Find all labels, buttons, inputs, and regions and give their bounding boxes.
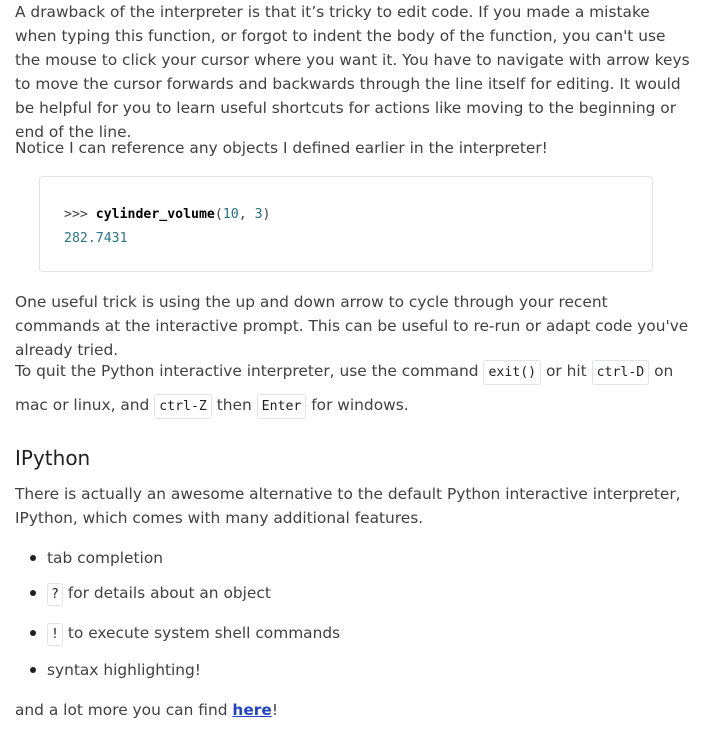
code-prompt: >>> bbox=[64, 207, 96, 222]
list-item: tab completion bbox=[15, 546, 163, 570]
code-content: >>> cylinder_volume(10, 3) 282.7431 bbox=[40, 177, 652, 251]
paragraph-find-more: and a lot more you can find here! bbox=[15, 698, 695, 722]
list-item: ! to execute system shell commands bbox=[15, 621, 340, 647]
feature-syntax-highlighting: syntax highlighting! bbox=[47, 661, 201, 679]
code-exit: exit() bbox=[483, 360, 542, 385]
quit-text-d: then bbox=[211, 396, 257, 414]
code-function-name: cylinder_volume bbox=[95, 207, 215, 222]
code-output: 282.7431 bbox=[64, 231, 128, 246]
code-separator: , bbox=[238, 207, 255, 222]
paragraph-ipython-intro: There is actually an awesome alternative… bbox=[15, 485, 681, 527]
list-item: syntax highlighting! bbox=[15, 658, 201, 682]
paragraph-reference-objects: Notice I can reference any objects I def… bbox=[15, 139, 548, 157]
quit-text-b: or hit bbox=[541, 362, 592, 380]
code-enter: Enter bbox=[256, 394, 307, 419]
code-question-mark: ? bbox=[47, 583, 63, 606]
find-more-end: ! bbox=[271, 701, 278, 719]
paragraph-arrow-trick: One useful trick is using the up and dow… bbox=[15, 293, 689, 359]
code-ctrl-d: ctrl-D bbox=[591, 360, 650, 385]
here-link[interactable]: here bbox=[232, 701, 271, 719]
feature-tab-completion: tab completion bbox=[47, 549, 163, 567]
quit-text-e: for windows. bbox=[306, 396, 409, 414]
code-close-paren: ) bbox=[262, 207, 271, 222]
code-exclamation: ! bbox=[47, 623, 63, 646]
section-heading-ipython: IPython bbox=[15, 446, 91, 470]
list-item: ? for details about an object bbox=[15, 581, 271, 607]
find-more-text: and a lot more you can find bbox=[15, 701, 233, 719]
code-block: >>> cylinder_volume(10, 3) 282.7431 bbox=[39, 176, 653, 272]
feature-details-text: for details about an object bbox=[62, 584, 271, 602]
code-open-paren: ( bbox=[214, 207, 223, 222]
feature-shell-text: to execute system shell commands bbox=[62, 624, 341, 642]
quit-text-a: To quit the Python interactive interpret… bbox=[15, 362, 484, 380]
paragraph-interpreter-drawback: A drawback of the interpreter is that it… bbox=[15, 3, 690, 141]
code-ctrl-z: ctrl-Z bbox=[154, 394, 212, 419]
code-arg-2: 3 bbox=[254, 207, 263, 222]
code-arg-1: 10 bbox=[222, 207, 239, 222]
paragraph-quit-interpreter: To quit the Python interactive interpret… bbox=[15, 355, 695, 423]
